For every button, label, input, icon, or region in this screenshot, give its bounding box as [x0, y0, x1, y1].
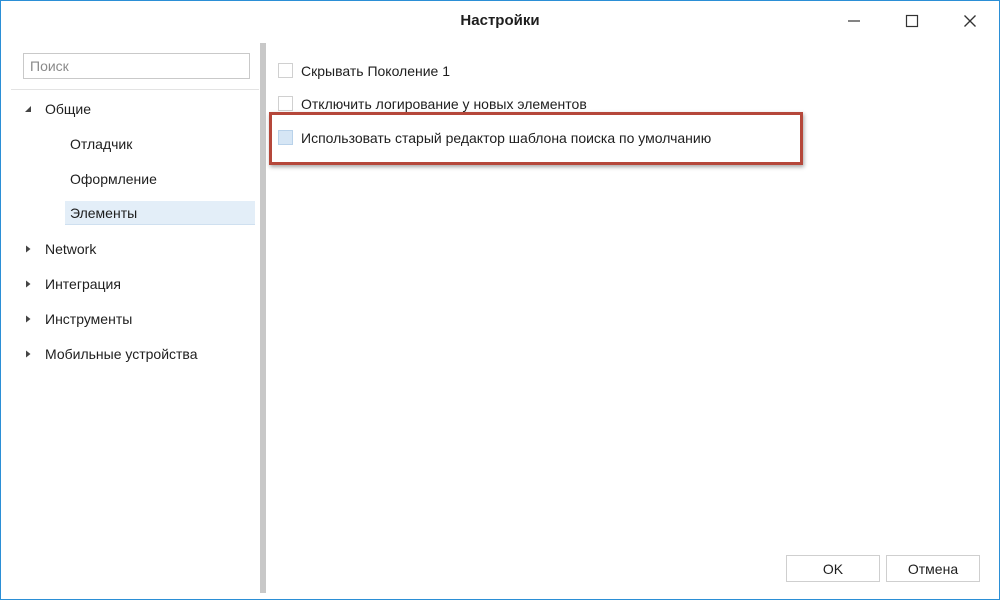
tree-item-label: Интеграция [45, 276, 121, 292]
option-label: Скрывать Поколение 1 [301, 63, 451, 79]
cancel-button[interactable]: Отмена [886, 555, 980, 582]
collapsed-triangle-icon[interactable] [23, 342, 33, 366]
collapsed-triangle-icon[interactable] [23, 272, 33, 296]
tree-item-label: Элементы [70, 205, 138, 221]
tree-item-appearance[interactable]: Оформление [65, 167, 255, 191]
checkbox[interactable] [278, 130, 293, 145]
tree-item-elements[interactable]: Элементы [65, 201, 255, 225]
close-button[interactable] [947, 1, 993, 41]
tree-item-label: Отладчик [70, 136, 133, 152]
tree-item-label: Network [45, 241, 97, 257]
settings-window: Настройки Общие [0, 0, 1000, 600]
title-bar: Настройки [1, 1, 999, 43]
tree-item-network[interactable]: Network [15, 237, 255, 261]
checkbox[interactable] [278, 63, 293, 78]
settings-content: Скрывать Поколение 1 Отключить логирован… [267, 43, 999, 599]
checkbox[interactable] [278, 96, 293, 111]
option-label: Использовать старый редактор шаблона пои… [301, 130, 712, 146]
maximize-button[interactable] [889, 1, 935, 41]
settings-sidebar: Общие Отладчик Оформление Элементы Netwo… [1, 43, 259, 599]
collapsed-triangle-icon[interactable] [23, 237, 33, 261]
tree-item-general[interactable]: Общие [15, 97, 255, 121]
ok-button[interactable]: OK [786, 555, 880, 582]
option-label: Отключить логирование у новых элементов [301, 96, 587, 112]
maximize-icon [905, 14, 919, 28]
search-input[interactable] [23, 53, 250, 79]
tree-item-integration[interactable]: Интеграция [15, 272, 255, 296]
tree-item-tools[interactable]: Инструменты [15, 307, 255, 331]
tree-item-label: Мобильные устройства [45, 346, 198, 362]
search-divider [11, 89, 259, 90]
tree-item-label: Инструменты [45, 311, 133, 327]
expanded-triangle-icon[interactable] [23, 97, 33, 121]
tree-item-mobile-devices[interactable]: Мобильные устройства [15, 342, 255, 366]
tree-item-label: Оформление [70, 171, 157, 187]
minimize-button[interactable] [831, 1, 877, 41]
close-icon [964, 15, 976, 27]
minimize-icon [848, 20, 860, 22]
collapsed-triangle-icon[interactable] [23, 307, 33, 331]
tree-item-label: Общие [45, 101, 92, 117]
tree-item-debugger[interactable]: Отладчик [65, 132, 255, 156]
panel-splitter[interactable] [260, 43, 266, 593]
